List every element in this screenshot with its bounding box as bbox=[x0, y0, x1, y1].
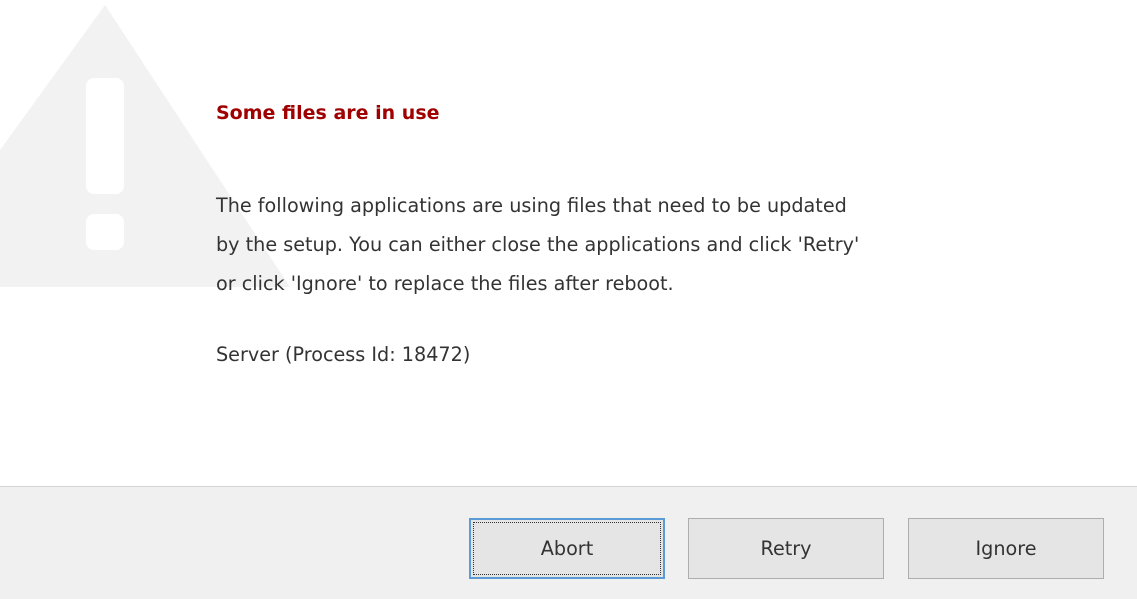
list-item: Server (Process Id: 18472) bbox=[216, 343, 471, 366]
ignore-button-label: Ignore bbox=[975, 537, 1037, 560]
retry-button-label: Retry bbox=[760, 537, 812, 560]
button-bar: Abort Retry Ignore bbox=[0, 486, 1137, 599]
dialog-message: The following applications are using fil… bbox=[216, 186, 1096, 303]
ignore-button[interactable]: Ignore bbox=[908, 518, 1104, 579]
retry-button[interactable]: Retry bbox=[688, 518, 884, 579]
focus-ring: Abort bbox=[473, 522, 661, 575]
message-line: or click 'Ignore' to replace the files a… bbox=[216, 272, 674, 295]
abort-button-label: Abort bbox=[540, 537, 594, 560]
dialog-title: Some files are in use bbox=[216, 102, 440, 124]
process-list: Server (Process Id: 18472) bbox=[216, 340, 470, 370]
dialog-content: Some files are in use The following appl… bbox=[0, 0, 1137, 486]
abort-button[interactable]: Abort bbox=[469, 518, 665, 579]
message-line: The following applications are using fil… bbox=[216, 194, 847, 217]
message-line: by the setup. You can either close the a… bbox=[216, 233, 860, 256]
files-in-use-dialog: Some files are in use The following appl… bbox=[0, 0, 1137, 599]
